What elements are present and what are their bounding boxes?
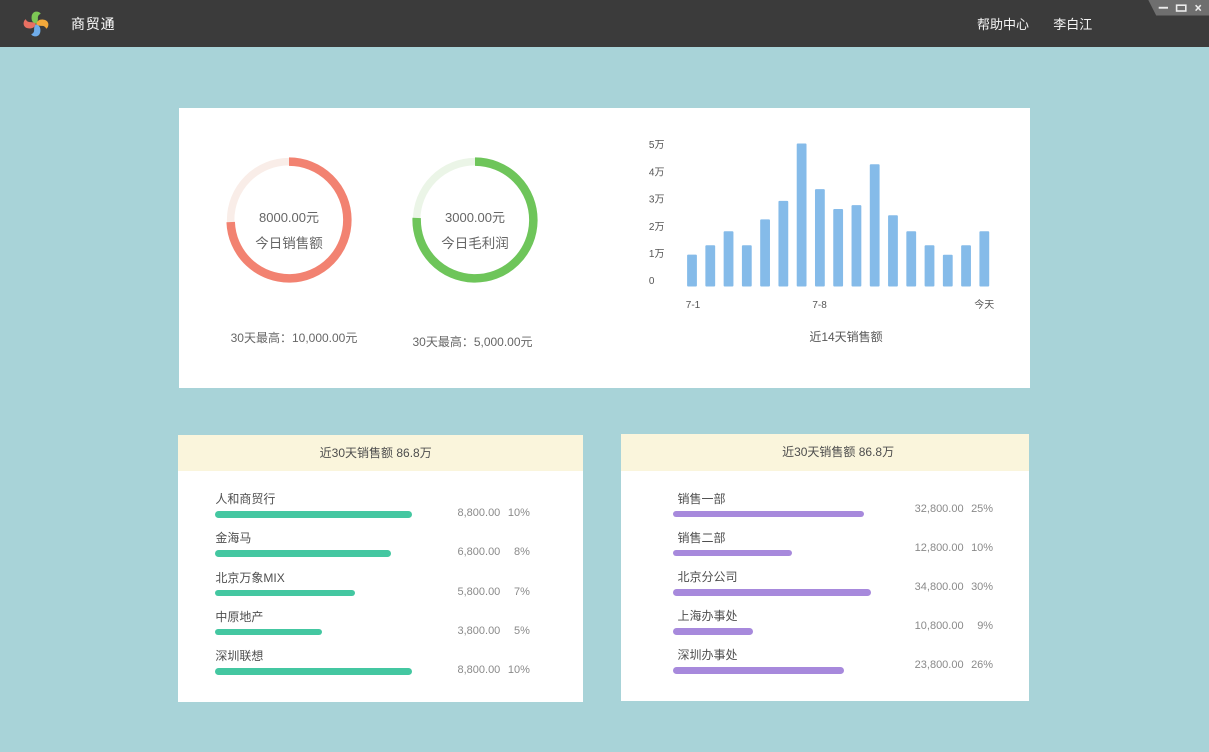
svg-text:3万: 3万: [649, 195, 665, 206]
svg-text:0: 0: [649, 276, 655, 287]
svg-text:4万: 4万: [649, 167, 665, 178]
svg-text:7-1: 7-1: [686, 300, 701, 311]
svg-text:1万: 1万: [649, 249, 665, 260]
svg-text:今天: 今天: [974, 298, 994, 311]
svg-text:2万: 2万: [649, 222, 665, 233]
svg-text:7-8: 7-8: [812, 300, 827, 311]
svg-text:5万: 5万: [649, 140, 665, 151]
